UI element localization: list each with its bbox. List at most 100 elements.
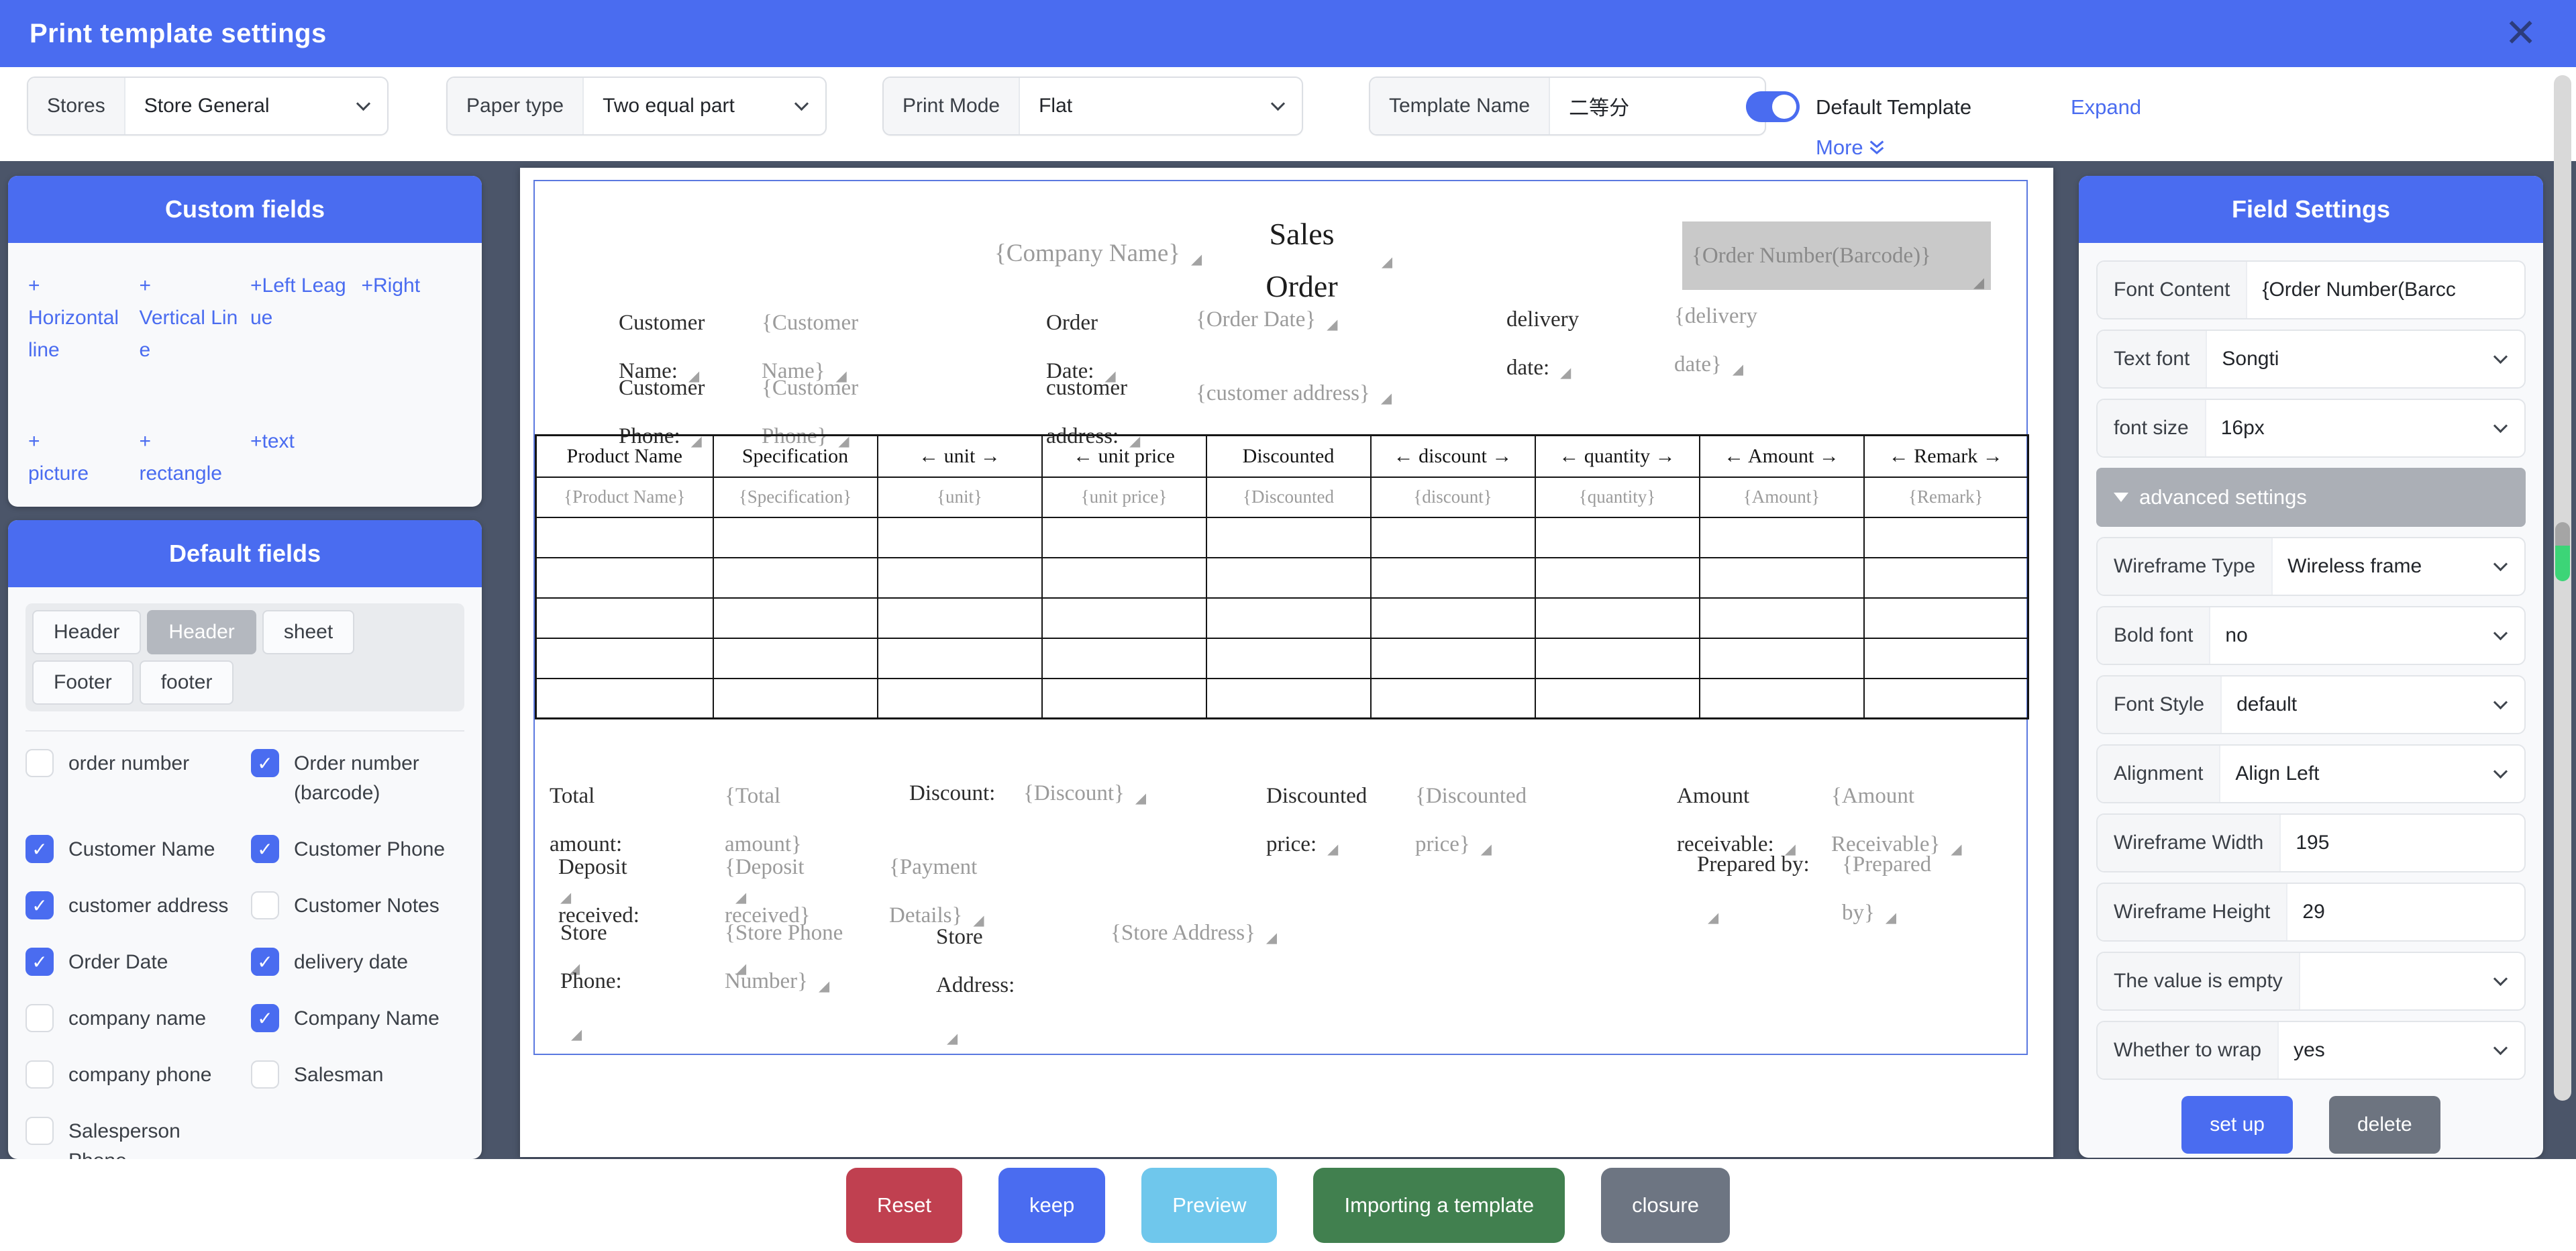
table-placeholder-cell[interactable]: {Discounted (1206, 477, 1371, 517)
tab-header[interactable]: Header (32, 610, 141, 654)
table-empty-cell[interactable] (536, 558, 713, 598)
tpl-order-number-barcode-selected[interactable]: {Order Number(Barcode)}◢ (1682, 221, 1991, 290)
table-empty-cell[interactable] (1864, 558, 2028, 598)
tpl-discount-label[interactable]: Discount: (909, 769, 995, 817)
table-empty-cell[interactable] (1042, 638, 1206, 679)
checkbox-checked-icon[interactable]: ✓ (251, 835, 279, 863)
table-empty-cell[interactable] (1206, 558, 1371, 598)
checkbox-salesperson-phone[interactable]: Salesperson Phone (25, 1117, 239, 1159)
tpl-store-phone-value[interactable]: {Store Phone Number}◢ (725, 909, 866, 1005)
custom-field-add-left-league[interactable]: +Left League (250, 270, 351, 366)
scrollbar-thumb[interactable] (2555, 522, 2570, 581)
field-setting-the-value-is-empty[interactable]: The value is empty (2096, 952, 2526, 1011)
resize-handle-icon[interactable]: ◢ (1560, 364, 1571, 381)
table-empty-cell[interactable] (536, 598, 713, 638)
table-placeholder-cell[interactable]: {Specification} (713, 477, 878, 517)
table-header-unit-price[interactable]: ← unit price (1042, 436, 1206, 477)
field-setting-font-style[interactable]: Font Styledefault (2096, 675, 2526, 734)
checkbox-company-name[interactable]: company name (25, 1004, 239, 1034)
field-setting-bold-font[interactable]: Bold fontno (2096, 606, 2526, 665)
table-empty-cell[interactable] (1700, 558, 1864, 598)
table-empty-cell[interactable] (536, 679, 713, 719)
resize-handle-icon[interactable]: ◢ (1973, 274, 1984, 290)
field-setting-value[interactable]: Wireless frame (2273, 538, 2495, 595)
tab-footer[interactable]: footer (140, 660, 234, 705)
checkbox-checked-icon[interactable]: ✓ (251, 948, 279, 976)
checkbox-checked-icon[interactable]: ✓ (251, 1004, 279, 1032)
preview-button[interactable]: Preview (1141, 1168, 1277, 1243)
table-empty-cell[interactable] (536, 517, 713, 558)
checkbox-order-number[interactable]: order number (25, 749, 239, 808)
resize-handle-icon[interactable]: ◢ (1481, 841, 1492, 858)
checkbox-checked-icon[interactable]: ✓ (25, 835, 54, 863)
table-empty-cell[interactable] (1371, 558, 1535, 598)
tpl-discounted-price-label[interactable]: Discounted price:◢ (1266, 772, 1390, 868)
set-up-button[interactable]: set up (2181, 1096, 2293, 1154)
tpl-order-date-value[interactable]: {Order Date}◢ (1196, 295, 1337, 344)
field-setting-value[interactable]: 29 (2287, 884, 2524, 940)
custom-field-add-right[interactable]: +Right (362, 270, 462, 366)
template-page[interactable]: {Company Name}◢ Sales Order◢ {Order Numb… (533, 180, 2028, 1055)
table-header-product-name[interactable]: Product Name (536, 436, 713, 477)
table-empty-cell[interactable] (878, 638, 1042, 679)
custom-field-add-vertical-line[interactable]: +Vertical Line (140, 270, 240, 366)
checkbox-customer-phone[interactable]: ✓Customer Phone (251, 835, 464, 864)
table-empty-cell[interactable] (1206, 517, 1371, 558)
table-empty-cell[interactable] (1864, 598, 2028, 638)
field-setting-value[interactable] (2300, 953, 2495, 1009)
resize-handle-icon[interactable]: ◢ (1381, 390, 1392, 407)
more-link[interactable]: More (1816, 136, 1888, 160)
checkbox-unchecked-icon[interactable] (25, 749, 54, 777)
table-empty-cell[interactable] (1864, 679, 2028, 719)
table-empty-cell[interactable] (1042, 558, 1206, 598)
field-setting-font-size[interactable]: font size16px (2096, 399, 2526, 458)
table-empty-cell[interactable] (713, 558, 878, 598)
table-empty-cell[interactable] (536, 638, 713, 679)
table-empty-cell[interactable] (1535, 679, 1700, 719)
tab-sheet[interactable]: sheet (262, 610, 354, 654)
checkbox-company-phone[interactable]: company phone (25, 1060, 239, 1090)
table-placeholder-cell[interactable]: {Amount} (1700, 477, 1864, 517)
field-setting-whether-to-wrap[interactable]: Whether to wrapyes (2096, 1021, 2526, 1080)
checkbox-unchecked-icon[interactable] (25, 1060, 54, 1089)
delete-button[interactable]: delete (2329, 1096, 2440, 1154)
tpl-store-address-label[interactable]: Store Address:◢ (936, 913, 1025, 1058)
resize-handle-icon[interactable]: ◢ (1135, 790, 1146, 807)
table-empty-cell[interactable] (878, 598, 1042, 638)
table-placeholder-cell[interactable]: {unit price} (1042, 477, 1206, 517)
resize-handle-icon[interactable]: ◢ (1327, 316, 1337, 333)
resize-handle-icon[interactable]: ◢ (1266, 930, 1277, 946)
resize-handle-icon[interactable]: ◢ (1327, 841, 1338, 858)
close-icon[interactable]: ✕ (2504, 7, 2537, 60)
template-name-input[interactable]: Template Name 二等分 (1369, 77, 1766, 136)
checkbox-unchecked-icon[interactable] (25, 1004, 54, 1032)
table-placeholder-cell[interactable]: {Remark} (1864, 477, 2028, 517)
field-setting-wireframe-height[interactable]: Wireframe Height29 (2096, 883, 2526, 942)
table-empty-cell[interactable] (1535, 517, 1700, 558)
default-template-toggle[interactable] (1746, 91, 1800, 122)
tpl-delivery-date-label[interactable]: delivery date:◢ (1506, 295, 1602, 392)
checkbox-checked-icon[interactable]: ✓ (25, 948, 54, 976)
table-empty-cell[interactable] (1535, 598, 1700, 638)
stores-select[interactable]: Stores Store General (27, 77, 389, 136)
checkbox-company-name[interactable]: ✓Company Name (251, 1004, 464, 1034)
checkbox-unchecked-icon[interactable] (25, 1117, 54, 1145)
field-setting-font-content[interactable]: Font Content{Order Number(Barcc (2096, 260, 2526, 319)
table-empty-cell[interactable] (1206, 638, 1371, 679)
table-empty-cell[interactable] (713, 638, 878, 679)
table-empty-cell[interactable] (1371, 598, 1535, 638)
tpl-prepared-by-label[interactable]: Prepared by:◢ (1697, 840, 1814, 937)
table-header-discount[interactable]: ← discount → (1371, 436, 1535, 477)
table-empty-cell[interactable] (1042, 679, 1206, 719)
table-header-amount[interactable]: ← Amount → (1700, 436, 1864, 477)
tpl-prepared-by-value[interactable]: {Prepared by}◢ (1842, 840, 1943, 937)
resize-handle-icon[interactable]: ◢ (1951, 841, 1961, 858)
tpl-store-phone-label[interactable]: Store Phone:◢ (560, 909, 635, 1054)
table-empty-cell[interactable] (1042, 517, 1206, 558)
tpl-company-name[interactable]: {Company Name}◢ (994, 234, 1202, 274)
resize-handle-icon[interactable]: ◢ (571, 1026, 582, 1043)
table-empty-cell[interactable] (713, 517, 878, 558)
checkbox-salesman[interactable]: Salesman (251, 1060, 464, 1090)
table-empty-cell[interactable] (1700, 638, 1864, 679)
resize-handle-icon[interactable]: ◢ (1382, 254, 1392, 270)
